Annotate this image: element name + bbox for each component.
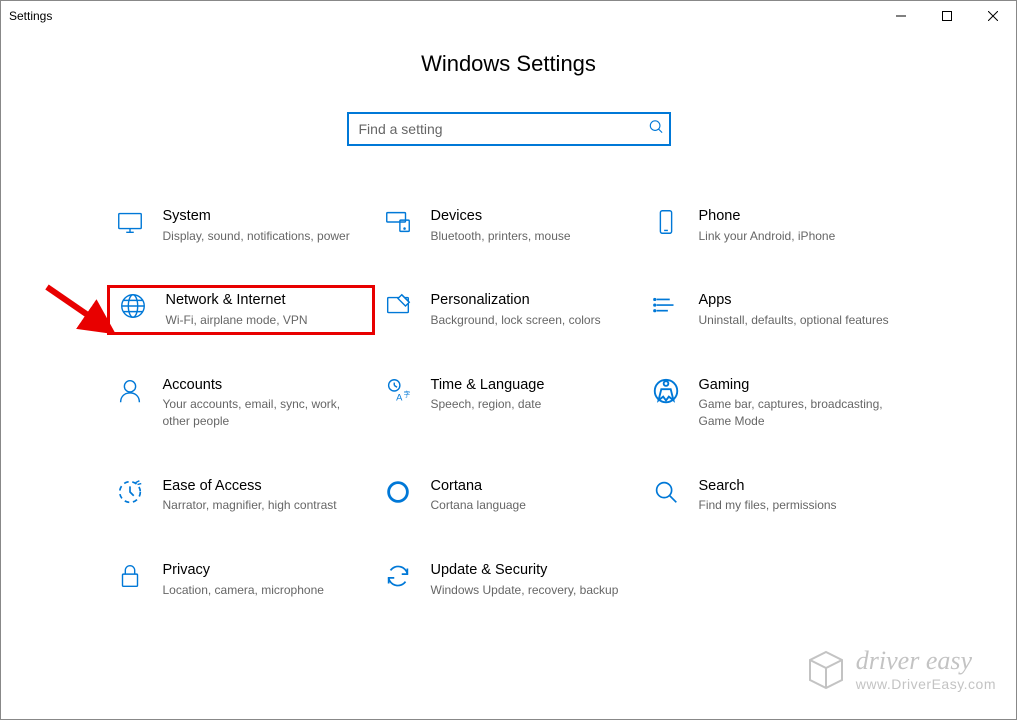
category-text: DevicesBluetooth, printers, mouse [419, 207, 579, 244]
category-text: AppsUninstall, defaults, optional featur… [687, 291, 897, 328]
search-box [347, 112, 671, 146]
search-icon [649, 120, 663, 139]
category-text: Time & LanguageSpeech, region, date [419, 376, 553, 413]
accounts-icon [109, 376, 151, 406]
search-input[interactable] [347, 112, 671, 146]
category-system[interactable]: SystemDisplay, sound, notifications, pow… [107, 201, 375, 250]
category-title: Phone [699, 207, 836, 227]
category-description: Cortana language [431, 497, 526, 514]
category-description: Find my files, permissions [699, 497, 837, 514]
category-description: Background, lock screen, colors [431, 312, 601, 329]
category-title: Devices [431, 207, 571, 227]
category-cortana[interactable]: CortanaCortana language [375, 471, 643, 520]
network-icon [112, 291, 154, 321]
category-title: Cortana [431, 477, 526, 497]
category-update[interactable]: Update & SecurityWindows Update, recover… [375, 555, 643, 604]
page-title: Windows Settings [1, 51, 1016, 77]
category-title: Personalization [431, 291, 601, 311]
category-grid: SystemDisplay, sound, notifications, pow… [107, 201, 911, 605]
category-description: Narrator, magnifier, high contrast [163, 497, 337, 514]
minimize-button[interactable] [878, 1, 924, 31]
category-title: Privacy [163, 561, 324, 581]
category-title: Ease of Access [163, 477, 337, 497]
titlebar: Settings [1, 1, 1016, 31]
search-wrap [1, 112, 1016, 146]
category-text: Update & SecurityWindows Update, recover… [419, 561, 627, 598]
category-title: Time & Language [431, 376, 545, 396]
devices-icon [377, 207, 419, 237]
personalization-icon [377, 291, 419, 321]
category-title: Network & Internet [166, 291, 308, 311]
svg-text:A: A [396, 392, 403, 402]
category-title: System [163, 207, 350, 227]
category-text: PersonalizationBackground, lock screen, … [419, 291, 609, 328]
category-description: Wi-Fi, airplane mode, VPN [166, 312, 308, 329]
category-text: AccountsYour accounts, email, sync, work… [151, 376, 373, 430]
category-time[interactable]: A字Time & LanguageSpeech, region, date [375, 370, 643, 436]
category-description: Windows Update, recovery, backup [431, 582, 619, 599]
close-button[interactable] [970, 1, 1016, 31]
category-description: Game bar, captures, broadcasting, Game M… [699, 396, 901, 430]
category-description: Your accounts, email, sync, work, other … [163, 396, 365, 430]
category-network[interactable]: Network & InternetWi-Fi, airplane mode, … [107, 285, 375, 334]
category-title: Search [699, 477, 837, 497]
gaming-icon [645, 376, 687, 406]
category-search[interactable]: SearchFind my files, permissions [643, 471, 911, 520]
category-title: Accounts [163, 376, 365, 396]
apps-icon [645, 291, 687, 321]
watermark-brand: driver easy [856, 648, 996, 674]
window-controls [878, 1, 1016, 31]
maximize-button[interactable] [924, 1, 970, 31]
category-gaming[interactable]: GamingGame bar, captures, broadcasting, … [643, 370, 911, 436]
category-title: Gaming [699, 376, 901, 396]
system-icon [109, 207, 151, 237]
category-description: Location, camera, microphone [163, 582, 324, 599]
update-icon [377, 561, 419, 591]
watermark-url: www.DriverEasy.com [856, 676, 996, 692]
search-icon [645, 477, 687, 507]
category-devices[interactable]: DevicesBluetooth, printers, mouse [375, 201, 643, 250]
category-description: Display, sound, notifications, power [163, 228, 350, 245]
category-text: PhoneLink your Android, iPhone [687, 207, 844, 244]
cortana-icon [377, 477, 419, 507]
category-text: Ease of AccessNarrator, magnifier, high … [151, 477, 345, 514]
category-ease[interactable]: Ease of AccessNarrator, magnifier, high … [107, 471, 375, 520]
category-personalization[interactable]: PersonalizationBackground, lock screen, … [375, 285, 643, 334]
svg-text:字: 字 [403, 389, 410, 398]
category-apps[interactable]: AppsUninstall, defaults, optional featur… [643, 285, 911, 334]
category-description: Link your Android, iPhone [699, 228, 836, 245]
category-text: SearchFind my files, permissions [687, 477, 845, 514]
category-title: Apps [699, 291, 889, 311]
category-text: CortanaCortana language [419, 477, 534, 514]
settings-content: Windows Settings SystemDisplay, sound, n… [1, 31, 1016, 605]
category-text: PrivacyLocation, camera, microphone [151, 561, 332, 598]
phone-icon [645, 207, 687, 237]
watermark: driver easy www.DriverEasy.com [802, 646, 996, 694]
category-title: Update & Security [431, 561, 619, 581]
category-privacy[interactable]: PrivacyLocation, camera, microphone [107, 555, 375, 604]
time-icon: A字 [377, 376, 419, 406]
category-phone[interactable]: PhoneLink your Android, iPhone [643, 201, 911, 250]
ease-icon [109, 477, 151, 507]
category-description: Uninstall, defaults, optional features [699, 312, 889, 329]
privacy-icon [109, 561, 151, 591]
category-description: Bluetooth, printers, mouse [431, 228, 571, 245]
category-description: Speech, region, date [431, 396, 545, 413]
category-text: Network & InternetWi-Fi, airplane mode, … [154, 291, 316, 328]
category-text: GamingGame bar, captures, broadcasting, … [687, 376, 909, 430]
category-text: SystemDisplay, sound, notifications, pow… [151, 207, 358, 244]
window-title: Settings [9, 9, 52, 23]
category-accounts[interactable]: AccountsYour accounts, email, sync, work… [107, 370, 375, 436]
